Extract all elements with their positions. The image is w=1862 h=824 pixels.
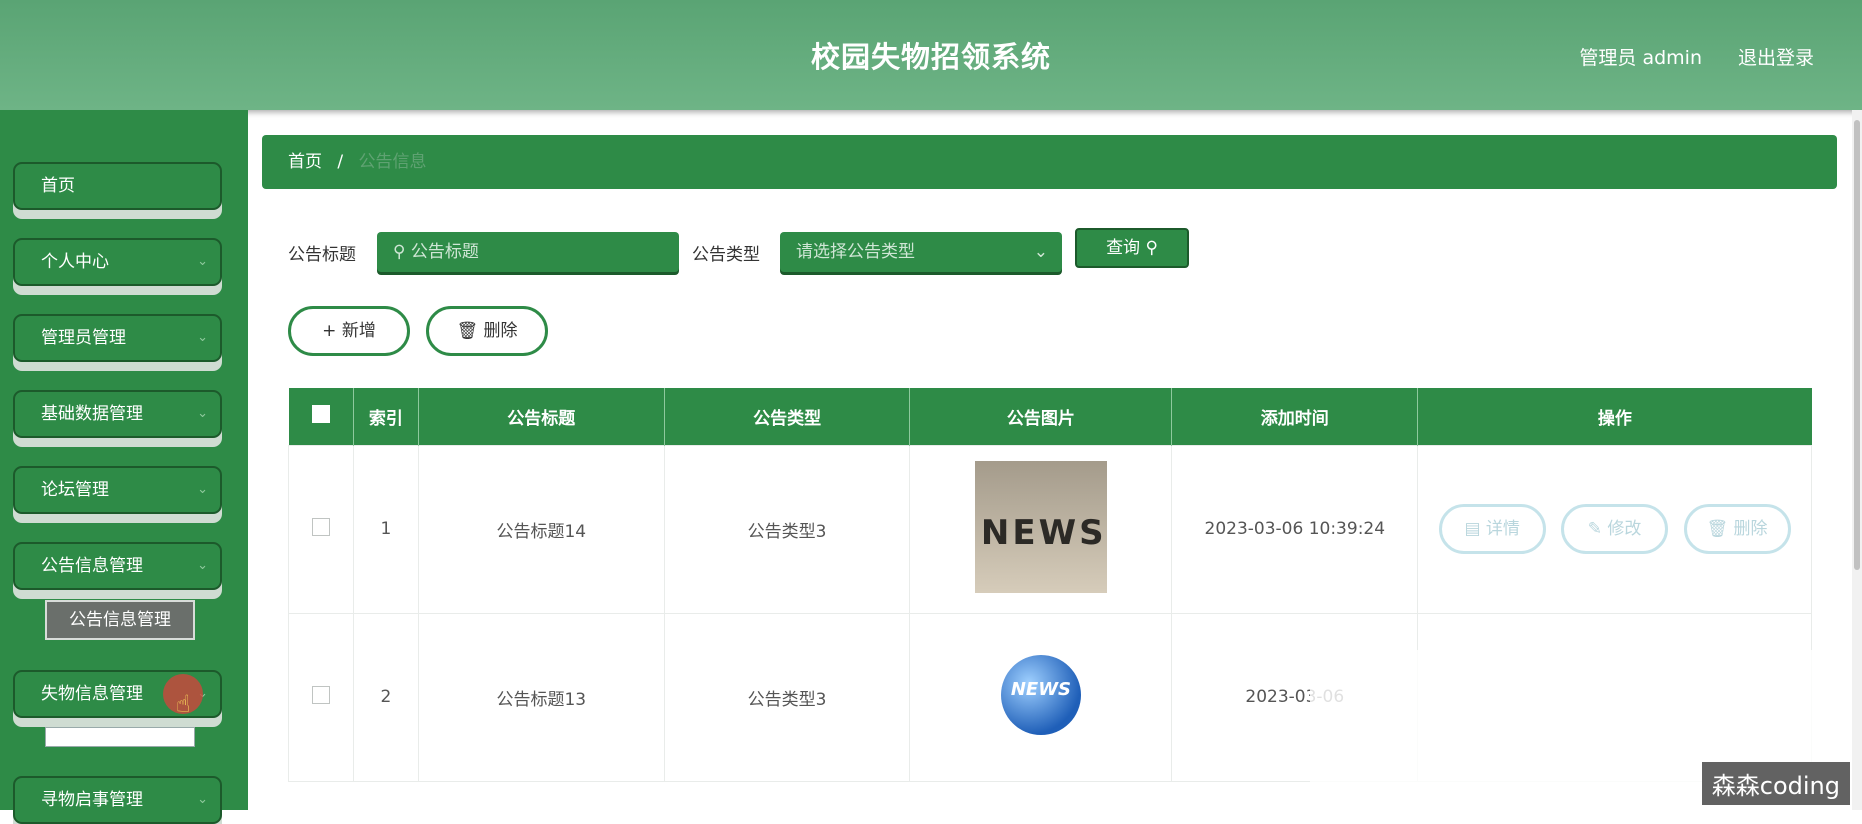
- plus-icon: +: [322, 321, 337, 341]
- watermark: 森森coding: [1701, 762, 1850, 805]
- row-checkbox[interactable]: [311, 517, 330, 536]
- type-select[interactable]: 请选择公告类型 ⌄: [780, 232, 1062, 272]
- column-header: 公告类型: [664, 388, 911, 445]
- news-globe-image: NEWS: [1000, 654, 1081, 735]
- sidebar-item-home[interactable]: 首页: [13, 162, 222, 210]
- image-cell: NEWS: [909, 612, 1173, 782]
- title-placeholder: 公告标题: [410, 242, 479, 262]
- submenu-announcement[interactable]: 公告信息管理: [45, 600, 195, 640]
- index-cell: 2: [352, 612, 419, 782]
- select-all-checkbox[interactable]: [311, 404, 330, 423]
- chevron-down-icon: ⌄: [1033, 242, 1048, 262]
- column-header: 操作: [1597, 408, 1632, 429]
- sidebar-item-forum[interactable]: 论坛管理 ⌄: [13, 466, 222, 514]
- time-cell: 2023-03-06 10:39:24: [1171, 444, 1419, 614]
- query-button[interactable]: 查询 ⚲: [1075, 228, 1189, 268]
- pencil-icon: ✎: [1587, 519, 1603, 539]
- row-select-cell: [288, 612, 354, 782]
- sidebar-item-label: 管理员管理: [41, 328, 126, 348]
- search-icon: ⚲: [393, 242, 406, 262]
- image-cell: NEWS: [909, 444, 1173, 614]
- header-bar: 校园失物招领系统 管理员 admin 退出登录: [0, 0, 1862, 110]
- pointer-hand-icon: ☝: [176, 690, 191, 718]
- breadcrumb-separator: /: [337, 152, 344, 172]
- detail-button[interactable]: ▤ 详情: [1438, 504, 1546, 554]
- search-bar: 公告标题 ⚲ 公告标题 公告类型 请选择公告类型 ⌄: [0, 232, 1862, 272]
- submenu-lost-items[interactable]: [45, 727, 195, 747]
- table-header-row: 索引 公告标题 公告类型 公告图片 添加时间 操作: [288, 388, 1812, 445]
- title-search-input[interactable]: ⚲ 公告标题: [377, 232, 679, 272]
- type-cell: 公告类型3: [663, 444, 911, 614]
- sidebar-item-base-data[interactable]: 基础数据管理 ⌄: [13, 390, 222, 438]
- sidebar-item-label: 首页: [41, 176, 75, 196]
- chevron-down-icon: ⌄: [197, 792, 208, 807]
- index-cell: 1: [352, 444, 419, 614]
- sidebar-item-label: 寻物启事管理: [41, 790, 143, 810]
- logout-link[interactable]: 退出登录: [1738, 43, 1814, 70]
- edit-button[interactable]: ✎ 修改: [1561, 504, 1669, 554]
- sidebar-item-label: 基础数据管理: [41, 404, 143, 424]
- select-all-cell[interactable]: [288, 388, 354, 445]
- sidebar-item-admin-management[interactable]: 管理员管理 ⌄: [13, 314, 222, 362]
- document-icon: ▤: [1464, 519, 1481, 539]
- page-scrollbar[interactable]: [1852, 110, 1862, 810]
- row-checkbox[interactable]: [311, 685, 330, 704]
- row-select-cell: [288, 444, 354, 614]
- type-cell: 公告类型3: [663, 612, 911, 782]
- sidebar-item-lost-notice[interactable]: 寻物启事管理 ⌄: [13, 776, 222, 824]
- title-label: 公告标题: [288, 245, 356, 265]
- chevron-down-icon: ⌄: [197, 482, 208, 497]
- chevron-down-icon: ⌄: [197, 406, 208, 421]
- news-image: NEWS: [974, 460, 1107, 593]
- sidebar-item-announcement[interactable]: 公告信息管理 ⌄: [13, 542, 222, 590]
- sidebar: 首页 个人中心 ⌄ 管理员管理 ⌄ 基础数据管理 ⌄ 论坛管理 ⌄ 公告信息管理…: [0, 110, 248, 824]
- delete-button[interactable]: 🗑 删除: [426, 306, 548, 356]
- actions-cell: ▤ 详情 ✎ 修改 🗑 删除: [1417, 444, 1812, 614]
- sidebar-item-label: 失物信息管理: [41, 684, 143, 704]
- column-header: 索引: [353, 388, 419, 445]
- title-cell: 公告标题13: [417, 612, 665, 782]
- row-delete-button[interactable]: 🗑 删除: [1683, 504, 1791, 554]
- chevron-down-icon: ⌄: [197, 558, 208, 573]
- trash-icon: 🗑: [1706, 519, 1729, 539]
- table-row: 1 公告标题14 公告类型3 NEWS 2023-03-06 10:39:24 …: [288, 444, 1812, 614]
- scrollbar-thumb[interactable]: [1854, 120, 1860, 570]
- search-icon: ⚲: [1145, 238, 1158, 258]
- column-header: 公告标题: [418, 388, 665, 445]
- add-button[interactable]: + 新增: [288, 306, 410, 356]
- type-label: 公告类型: [692, 245, 760, 265]
- title-cell: 公告标题14: [417, 444, 665, 614]
- chevron-down-icon: ⌄: [197, 330, 208, 345]
- trash-icon: 🗑: [456, 321, 479, 341]
- type-placeholder: 请选择公告类型: [796, 242, 915, 262]
- breadcrumb-home[interactable]: 首页: [288, 152, 322, 172]
- breadcrumb-current: 公告信息: [358, 152, 427, 172]
- column-header: 添加时间: [1171, 388, 1419, 445]
- column-header: 公告图片: [909, 388, 1173, 445]
- current-user: 管理员 admin: [1579, 47, 1702, 69]
- sidebar-item-label: 论坛管理: [41, 480, 109, 500]
- sidebar-item-label: 公告信息管理: [41, 556, 143, 576]
- breadcrumb: 首页 / 公告信息: [262, 135, 1837, 189]
